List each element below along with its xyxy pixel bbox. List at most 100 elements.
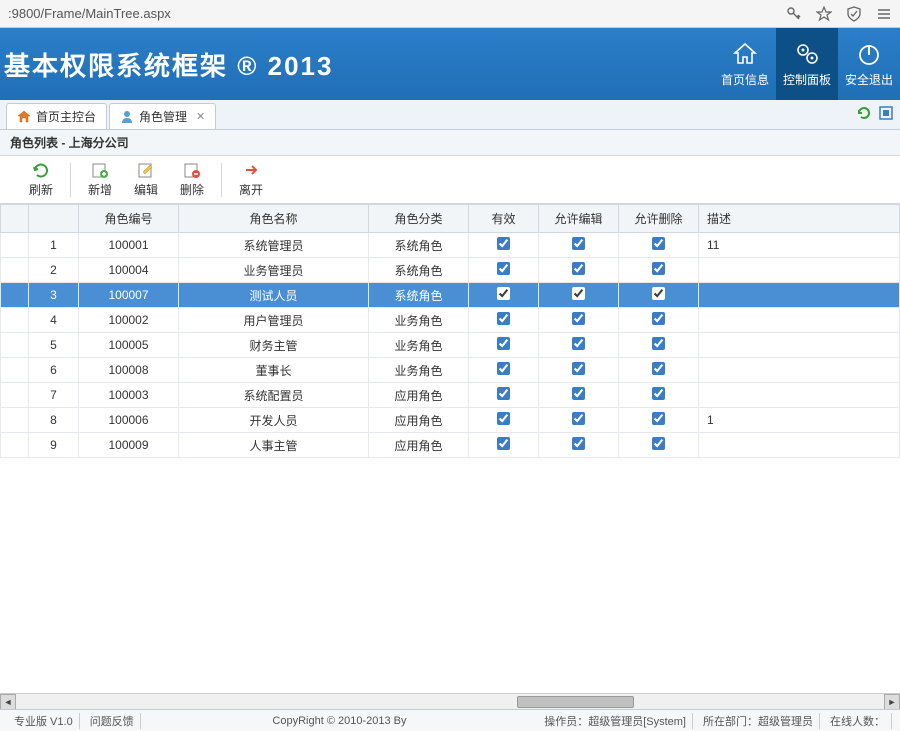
allowdelete-checkbox[interactable] — [652, 362, 665, 375]
allowedit-checkbox[interactable] — [572, 387, 585, 400]
category-cell: 业务角色 — [369, 308, 469, 333]
expand-cell[interactable] — [1, 358, 29, 383]
valid-cell — [469, 308, 539, 333]
allowedit-checkbox[interactable] — [572, 412, 585, 425]
leave-button[interactable]: 离开 — [228, 161, 274, 198]
status-bar: 专业版 V1.0 问题反馈 CopyRight © 2010-2013 By 操… — [0, 709, 900, 731]
allowedit-checkbox[interactable] — [572, 237, 585, 250]
add-button[interactable]: 新增 — [77, 161, 123, 198]
table-row[interactable]: 4100002用户管理员业务角色 — [1, 308, 900, 333]
allowdelete-checkbox[interactable] — [652, 337, 665, 350]
expand-cell[interactable] — [1, 308, 29, 333]
allowdelete-checkbox[interactable] — [652, 312, 665, 325]
table-row[interactable]: 3100007测试人员系统角色 — [1, 283, 900, 308]
allowedit-checkbox[interactable] — [572, 287, 585, 300]
allowedit-checkbox[interactable] — [572, 362, 585, 375]
status-feedback[interactable]: 问题反馈 — [84, 713, 141, 729]
valid-checkbox[interactable] — [497, 237, 510, 250]
expand-cell[interactable] — [1, 283, 29, 308]
header-home-button[interactable]: 首页信息 — [714, 28, 776, 100]
allowedit-checkbox[interactable] — [572, 312, 585, 325]
scroll-left-arrow[interactable]: ◄ — [0, 694, 16, 709]
allowdelete-cell — [619, 333, 699, 358]
allowedit-checkbox[interactable] — [572, 437, 585, 450]
valid-checkbox[interactable] — [497, 437, 510, 450]
valid-checkbox[interactable] — [497, 412, 510, 425]
col-rowno[interactable] — [29, 205, 79, 233]
allowedit-checkbox[interactable] — [572, 262, 585, 275]
table-row[interactable]: 6100008董事长业务角色 — [1, 358, 900, 383]
expand-cell[interactable] — [1, 408, 29, 433]
allowdelete-cell — [619, 433, 699, 458]
scroll-thumb[interactable] — [517, 696, 634, 708]
col-category[interactable]: 角色分类 — [369, 205, 469, 233]
col-allow-edit[interactable]: 允许编辑 — [539, 205, 619, 233]
valid-checkbox[interactable] — [497, 287, 510, 300]
grid-header-row: 角色编号 角色名称 角色分类 有效 允许编辑 允许删除 描述 — [1, 205, 900, 233]
rowno-cell: 3 — [29, 283, 79, 308]
delete-button[interactable]: 删除 — [169, 161, 215, 198]
valid-cell — [469, 358, 539, 383]
category-cell: 应用角色 — [369, 433, 469, 458]
valid-checkbox[interactable] — [497, 387, 510, 400]
refresh-icon — [32, 161, 50, 179]
rowno-cell: 2 — [29, 258, 79, 283]
table-row[interactable]: 5100005财务主管业务角色 — [1, 333, 900, 358]
allowdelete-checkbox[interactable] — [652, 237, 665, 250]
code-cell: 100008 — [79, 358, 179, 383]
shield-icon[interactable] — [846, 6, 862, 22]
header-control-button[interactable]: 控制面板 — [776, 28, 838, 100]
allowdelete-cell — [619, 308, 699, 333]
menu-icon[interactable] — [876, 6, 892, 22]
key-icon[interactable] — [786, 6, 802, 22]
expand-cell[interactable] — [1, 233, 29, 258]
expand-cell[interactable] — [1, 383, 29, 408]
valid-checkbox[interactable] — [497, 337, 510, 350]
expand-icon[interactable] — [878, 105, 894, 121]
valid-checkbox[interactable] — [497, 312, 510, 325]
table-row[interactable]: 1100001系统管理员系统角色11 — [1, 233, 900, 258]
allowdelete-checkbox[interactable] — [652, 287, 665, 300]
col-allow-delete[interactable]: 允许删除 — [619, 205, 699, 233]
code-cell: 100002 — [79, 308, 179, 333]
close-icon[interactable]: ✕ — [196, 110, 205, 123]
table-row[interactable]: 9100009人事主管应用角色 — [1, 433, 900, 458]
rowno-cell: 5 — [29, 333, 79, 358]
col-valid[interactable]: 有效 — [469, 205, 539, 233]
allowdelete-checkbox[interactable] — [652, 437, 665, 450]
expand-cell[interactable] — [1, 433, 29, 458]
header-exit-button[interactable]: 安全退出 — [838, 28, 900, 100]
allowdelete-checkbox[interactable] — [652, 262, 665, 275]
list-header: 角色列表 - 上海分公司 — [0, 130, 900, 156]
scroll-track[interactable] — [32, 694, 868, 709]
refresh-small-icon[interactable] — [856, 105, 872, 121]
table-row[interactable]: 2100004业务管理员系统角色 — [1, 258, 900, 283]
desc-cell — [699, 433, 900, 458]
valid-checkbox[interactable] — [497, 262, 510, 275]
valid-cell — [469, 333, 539, 358]
desc-cell: 11 — [699, 233, 900, 258]
edit-button[interactable]: 编辑 — [123, 161, 169, 198]
allowdelete-checkbox[interactable] — [652, 412, 665, 425]
name-cell: 用户管理员 — [179, 308, 369, 333]
desc-cell — [699, 283, 900, 308]
expand-cell[interactable] — [1, 258, 29, 283]
table-row[interactable]: 7100003系统配置员应用角色 — [1, 383, 900, 408]
table-row[interactable]: 8100006开发人员应用角色1 — [1, 408, 900, 433]
allowedit-checkbox[interactable] — [572, 337, 585, 350]
scroll-right-arrow[interactable]: ► — [884, 694, 900, 709]
horizontal-scrollbar[interactable]: ◄ ► — [0, 693, 900, 709]
valid-cell — [469, 283, 539, 308]
col-desc[interactable]: 描述 — [699, 205, 900, 233]
tab-home[interactable]: 首页主控台 — [6, 103, 107, 129]
refresh-button[interactable]: 刷新 — [18, 161, 64, 198]
desc-cell — [699, 383, 900, 408]
expand-cell[interactable] — [1, 333, 29, 358]
allowdelete-checkbox[interactable] — [652, 387, 665, 400]
valid-checkbox[interactable] — [497, 362, 510, 375]
star-icon[interactable] — [816, 6, 832, 22]
col-name[interactable]: 角色名称 — [179, 205, 369, 233]
tab-role[interactable]: 角色管理 ✕ — [109, 103, 216, 129]
col-code[interactable]: 角色编号 — [79, 205, 179, 233]
allowedit-cell — [539, 333, 619, 358]
